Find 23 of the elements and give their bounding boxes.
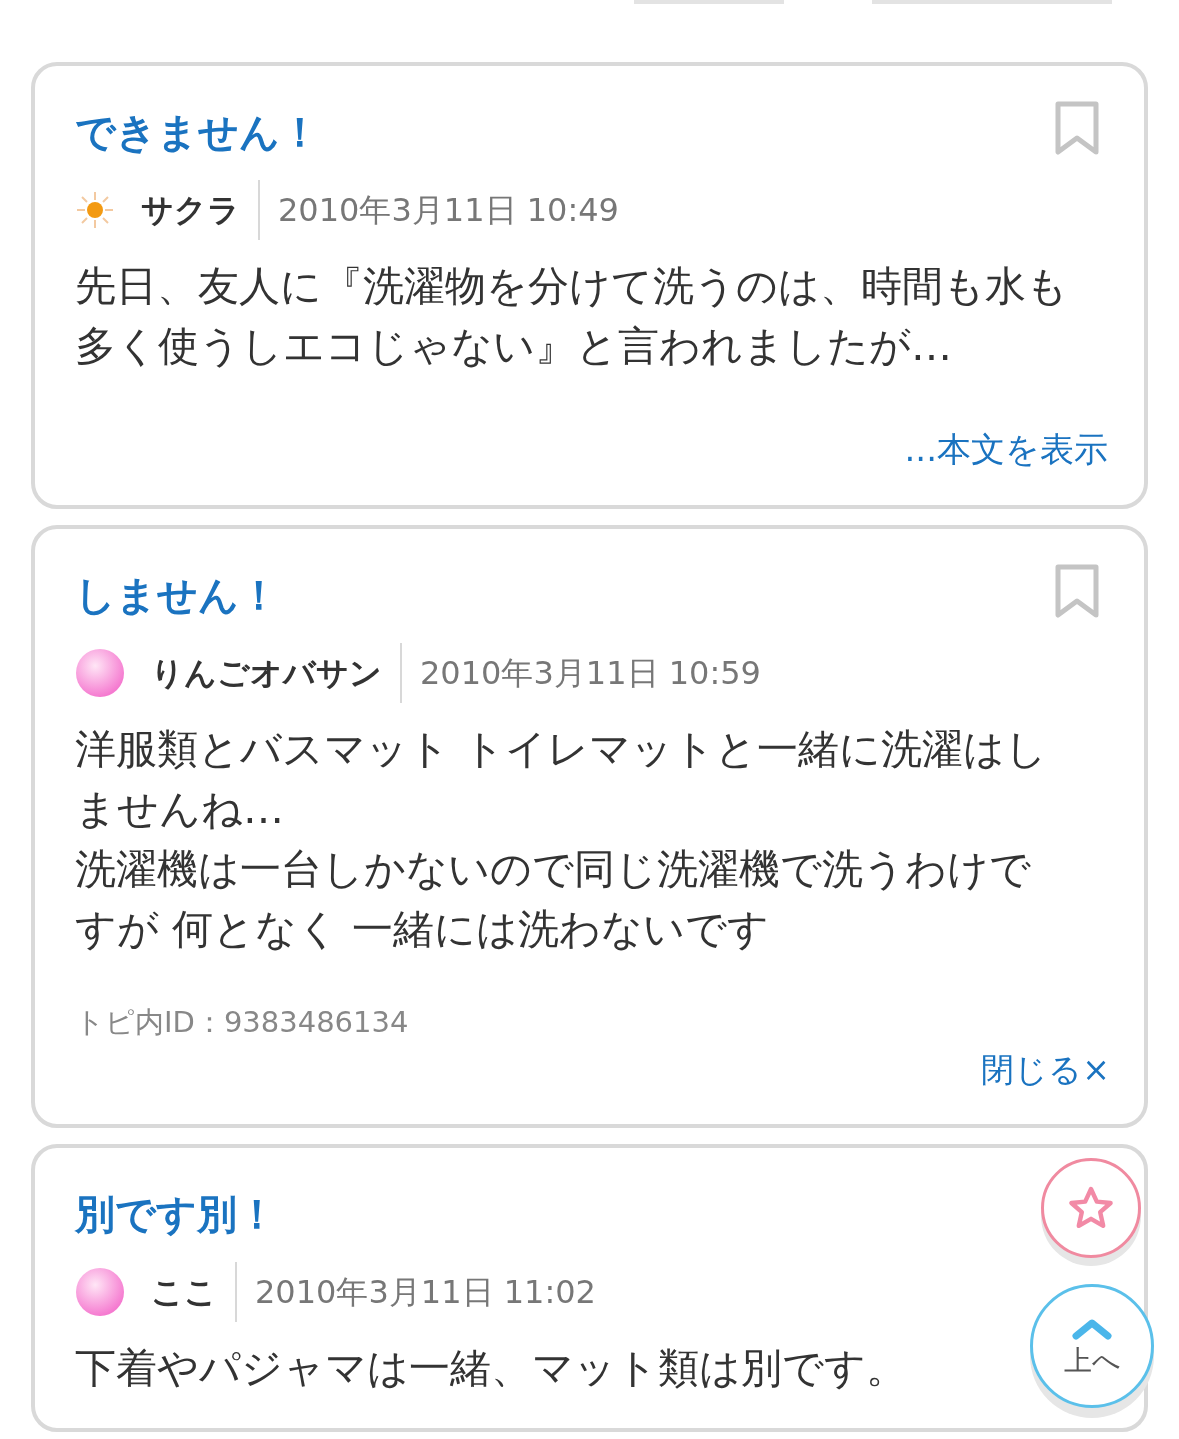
post-body: 洋服類とバスマット トイレマットと一緒に洗濯はしませんね…	[75, 724, 1049, 835]
post-title[interactable]: 別です別！	[75, 1186, 277, 1242]
close-link[interactable]: 閉じる×	[981, 1044, 1110, 1094]
post-title[interactable]: できません！	[75, 104, 320, 160]
avatar-icon	[75, 1267, 125, 1317]
post-title[interactable]: しません！	[75, 567, 279, 623]
bookmark-icon[interactable]	[1054, 100, 1100, 156]
author-name: りんごオバサン	[151, 653, 383, 694]
author-name: サクラ	[141, 190, 241, 231]
topic-id: トピ内ID：9383486134	[75, 1004, 410, 1041]
post-body: 洗濯機は一台しかないので同じ洗濯機で洗うわけですが 何となく 一緒には洗わないです	[75, 844, 1032, 955]
author-name: ここ	[151, 1272, 218, 1313]
post-body: 下着やパジャマは一緒、マット類は別です。	[75, 1343, 908, 1394]
expand-link[interactable]: ...本文を表示	[904, 424, 1108, 475]
sun-icon	[75, 190, 115, 230]
post-date: 2010年3月11日 10:49	[278, 190, 619, 231]
post-body: 先日、友人に『洗濯物を分けて洗うのは、時間も水も多く使うしエコじゃない』と言われましたが…	[75, 261, 1068, 372]
star-icon	[1067, 1185, 1115, 1231]
post-date: 2010年3月11日 10:59	[420, 653, 761, 694]
post-date: 2010年3月11日 11:02	[255, 1272, 596, 1313]
chevron-up-icon	[1070, 1317, 1114, 1341]
avatar-icon	[75, 648, 125, 698]
bookmark-icon[interactable]	[1054, 563, 1100, 619]
